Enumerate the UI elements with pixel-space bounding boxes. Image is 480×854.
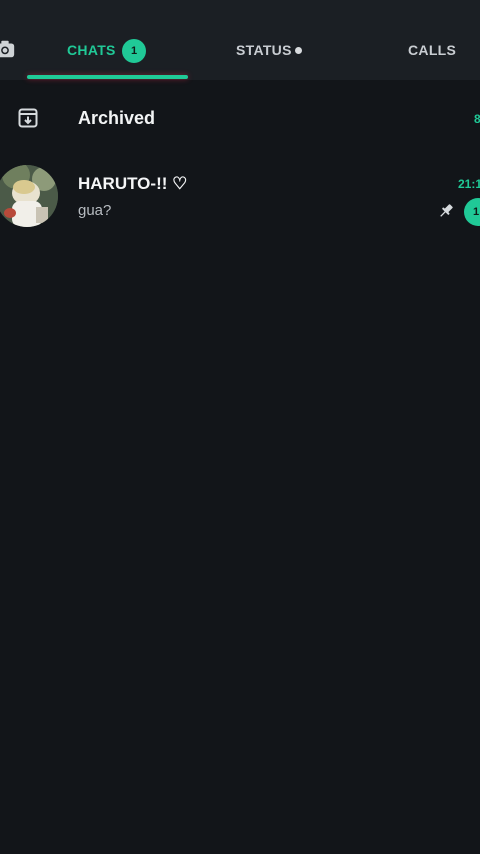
chat-list-screen: CHATS 1 STATUS CALLS Archived 8 HARUTO-!… xyxy=(0,0,480,854)
chat-timestamp: 21:1 xyxy=(458,177,480,191)
avatar[interactable] xyxy=(0,165,58,227)
chat-list-item[interactable]: HARUTO-!! ♡ gua? 21:1 1 xyxy=(0,160,480,238)
archived-row[interactable]: Archived 8 xyxy=(0,96,480,144)
tab-bar: CHATS 1 STATUS CALLS xyxy=(0,0,480,80)
pin-icon xyxy=(440,204,453,217)
status-new-dot xyxy=(295,47,302,54)
camera-icon[interactable] xyxy=(0,38,16,60)
chat-last-message: gua? xyxy=(78,202,112,219)
chats-unread-badge: 1 xyxy=(122,39,146,63)
tab-status[interactable]: STATUS xyxy=(236,42,292,58)
tab-chats[interactable]: CHATS xyxy=(67,42,116,58)
chat-unread-badge: 1 xyxy=(464,198,480,226)
tab-calls[interactable]: CALLS xyxy=(408,42,456,58)
active-tab-indicator xyxy=(27,75,188,79)
avatar-image xyxy=(0,165,58,227)
archived-count: 8 xyxy=(474,112,480,126)
archived-label: Archived xyxy=(78,108,156,128)
chat-name: HARUTO-!! ♡ xyxy=(78,174,188,193)
archive-icon xyxy=(18,108,38,128)
